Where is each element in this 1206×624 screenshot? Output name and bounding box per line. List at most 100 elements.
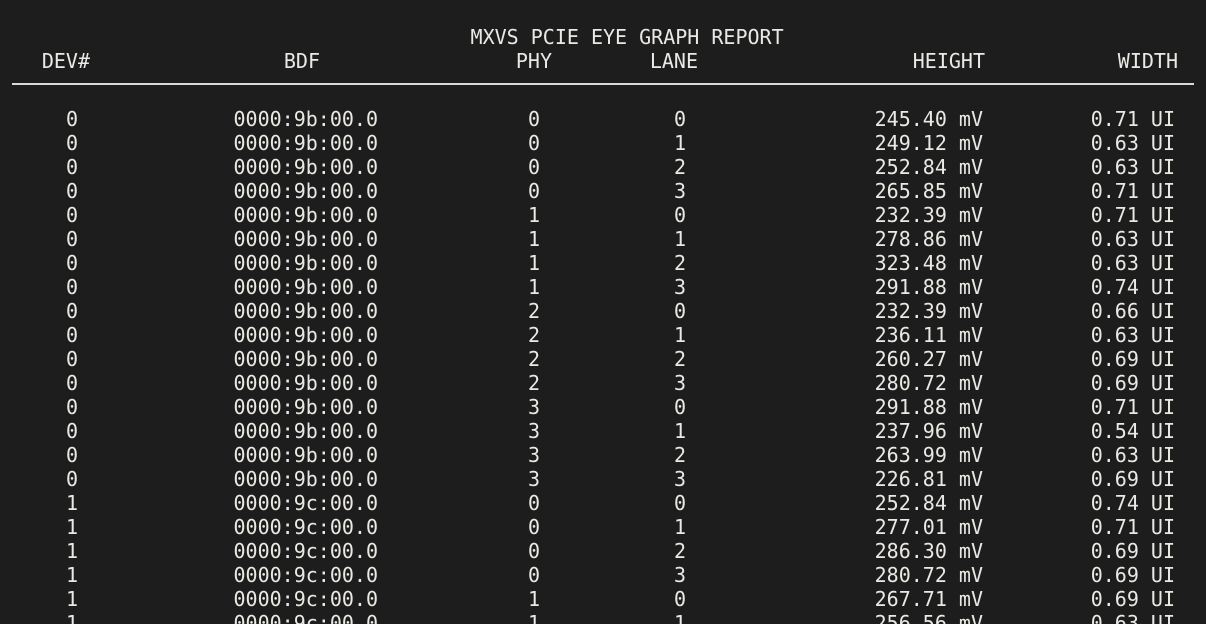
table-row: 0 0000:9b:00.0 2 3 280.72 mV 0.69 UI (0, 371, 1206, 395)
cell-width: 0.69 UI (985, 467, 1178, 491)
cell-width: 0.69 UI (985, 587, 1178, 611)
table-row: 0 0000:9b:00.0 1 1 278.86 mV 0.63 UI (0, 227, 1206, 251)
cell-lane: 0 (552, 587, 698, 611)
cell-phy: 1 (378, 275, 552, 299)
cell-lane: 1 (552, 323, 698, 347)
table-row: 1 0000:9c:00.0 0 2 286.30 mV 0.69 UI (0, 539, 1206, 563)
cell-width: 0.63 UI (985, 155, 1178, 179)
cell-phy: 0 (378, 563, 552, 587)
cell-height: 291.88 mV (698, 275, 985, 299)
cell-dev: 0 (0, 347, 90, 371)
cell-phy: 0 (378, 179, 552, 203)
table-row: 0 0000:9b:00.0 0 1 249.12 mV 0.63 UI (0, 131, 1206, 155)
table-row: 0 0000:9b:00.0 3 1 237.96 mV 0.54 UI (0, 419, 1206, 443)
cell-width: 0.69 UI (985, 539, 1178, 563)
cell-bdf: 0000:9b:00.0 (90, 131, 378, 155)
cell-lane: 2 (552, 251, 698, 275)
cell-height: 280.72 mV (698, 563, 985, 587)
cell-dev: 0 (0, 155, 90, 179)
cell-bdf: 0000:9b:00.0 (90, 275, 378, 299)
cell-width: 0.69 UI (985, 371, 1178, 395)
cell-height: 260.27 mV (698, 347, 985, 371)
header-separator-line (12, 83, 1194, 85)
table-row: 0 0000:9b:00.0 3 3 226.81 mV 0.69 UI (0, 467, 1206, 491)
cell-width: 0.66 UI (985, 299, 1178, 323)
cell-bdf: 0000:9b:00.0 (90, 179, 378, 203)
cell-lane: 2 (552, 539, 698, 563)
report-title: MXVS PCIE EYE GRAPH REPORT (471, 25, 784, 49)
cell-lane: 3 (552, 179, 698, 203)
cell-height: 252.84 mV (698, 491, 985, 515)
cell-dev: 1 (0, 611, 90, 624)
cell-phy: 3 (378, 395, 552, 419)
cell-lane: 0 (552, 299, 698, 323)
header-separator-zone (0, 83, 1206, 107)
cell-lane: 1 (552, 227, 698, 251)
cell-phy: 0 (378, 131, 552, 155)
cell-bdf: 0000:9b:00.0 (90, 323, 378, 347)
cell-lane: 1 (552, 515, 698, 539)
cell-width: 0.74 UI (985, 491, 1178, 515)
cell-height: 236.11 mV (698, 323, 985, 347)
cell-height: 286.30 mV (698, 539, 985, 563)
table-row: 1 0000:9c:00.0 0 1 277.01 mV 0.71 UI (0, 515, 1206, 539)
cell-height: 263.99 mV (698, 443, 985, 467)
cell-bdf: 0000:9c:00.0 (90, 539, 378, 563)
cell-lane: 0 (552, 203, 698, 227)
cell-bdf: 0000:9c:00.0 (90, 563, 378, 587)
cell-height: 277.01 mV (698, 515, 985, 539)
cell-width: 0.74 UI (985, 275, 1178, 299)
cell-dev: 0 (0, 299, 90, 323)
cell-bdf: 0000:9b:00.0 (90, 299, 378, 323)
table-row: 0 0000:9b:00.0 0 0 245.40 mV 0.71 UI (0, 107, 1206, 131)
cell-dev: 0 (0, 275, 90, 299)
cell-lane: 3 (552, 467, 698, 491)
cell-dev: 0 (0, 107, 90, 131)
cell-lane: 0 (552, 395, 698, 419)
cell-lane: 3 (552, 371, 698, 395)
cell-phy: 0 (378, 107, 552, 131)
cell-lane: 1 (552, 611, 698, 624)
cell-dev: 1 (0, 563, 90, 587)
cell-phy: 1 (378, 611, 552, 624)
cell-bdf: 0000:9b:00.0 (90, 251, 378, 275)
cell-width: 0.63 UI (985, 131, 1178, 155)
cell-phy: 3 (378, 419, 552, 443)
cell-width: 0.69 UI (985, 347, 1178, 371)
cell-height: 265.85 mV (698, 179, 985, 203)
cell-lane: 0 (552, 491, 698, 515)
cell-height: 252.84 mV (698, 155, 985, 179)
cell-height: 249.12 mV (698, 131, 985, 155)
cell-phy: 1 (378, 203, 552, 227)
cell-bdf: 0000:9b:00.0 (90, 203, 378, 227)
cell-width: 0.63 UI (985, 443, 1178, 467)
cell-lane: 3 (552, 275, 698, 299)
cell-width: 0.71 UI (985, 203, 1178, 227)
cell-dev: 1 (0, 515, 90, 539)
table-row: 0 0000:9b:00.0 2 1 236.11 mV 0.63 UI (0, 323, 1206, 347)
cell-bdf: 0000:9b:00.0 (90, 227, 378, 251)
cell-height: 232.39 mV (698, 299, 985, 323)
cell-dev: 0 (0, 179, 90, 203)
cell-bdf: 0000:9b:00.0 (90, 155, 378, 179)
cell-dev: 0 (0, 443, 90, 467)
cell-height: 278.86 mV (698, 227, 985, 251)
terminal-screen: MXVS PCIE EYE GRAPH REPORT DEV# BDF PHY … (0, 0, 1206, 624)
cell-width: 0.63 UI (985, 251, 1178, 275)
cell-bdf: 0000:9b:00.0 (90, 395, 378, 419)
cell-phy: 3 (378, 443, 552, 467)
column-header-width: WIDTH (985, 49, 1178, 73)
cell-bdf: 0000:9c:00.0 (90, 611, 378, 624)
cell-dev: 0 (0, 323, 90, 347)
cell-phy: 1 (378, 587, 552, 611)
cell-height: 280.72 mV (698, 371, 985, 395)
cell-height: 245.40 mV (698, 107, 985, 131)
cell-bdf: 0000:9b:00.0 (90, 467, 378, 491)
cell-phy: 2 (378, 323, 552, 347)
cell-lane: 0 (552, 107, 698, 131)
cell-bdf: 0000:9b:00.0 (90, 347, 378, 371)
cell-dev: 1 (0, 587, 90, 611)
cell-phy: 1 (378, 251, 552, 275)
table-row: 0 0000:9b:00.0 1 3 291.88 mV 0.74 UI (0, 275, 1206, 299)
table-row: 1 0000:9c:00.0 1 0 267.71 mV 0.69 UI (0, 587, 1206, 611)
